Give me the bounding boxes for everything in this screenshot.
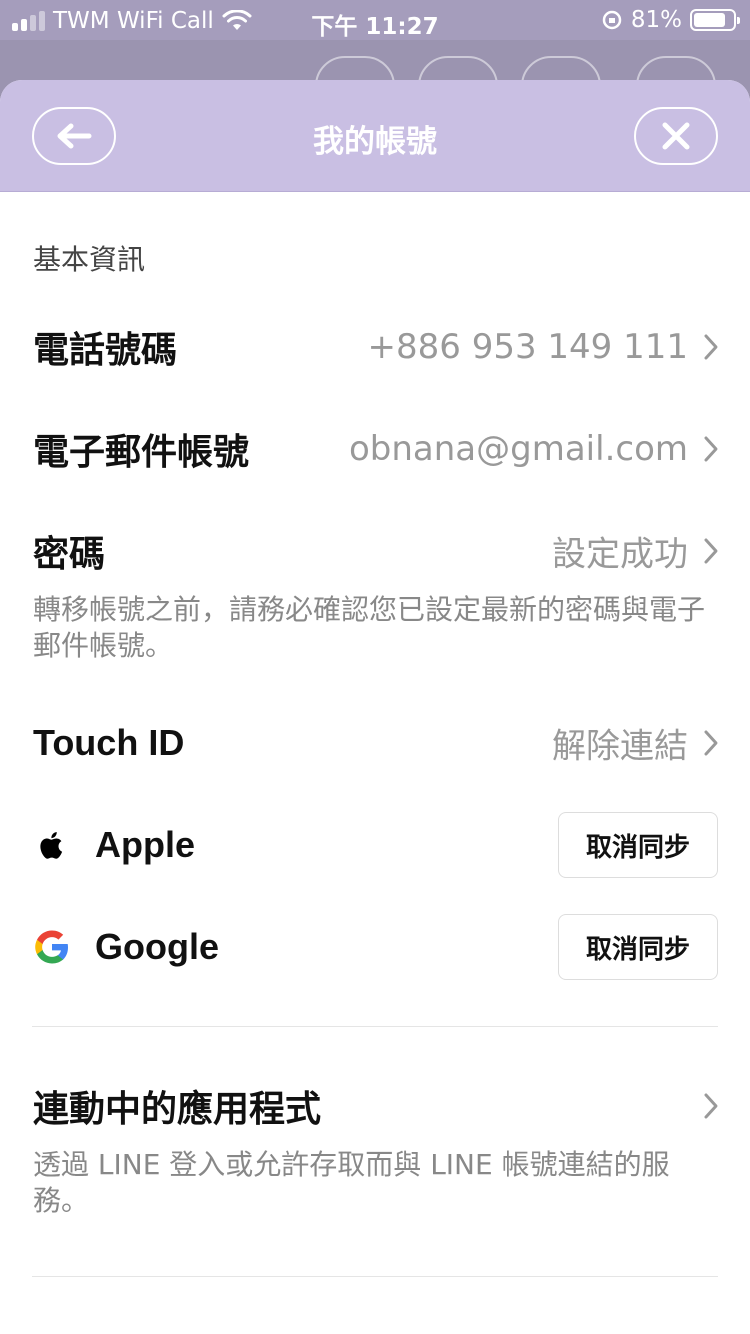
linked-apps-row[interactable]: 連動中的應用程式: [0, 1066, 750, 1146]
chevron-right-icon: [704, 1093, 718, 1119]
email-label: 電子郵件帳號: [33, 432, 250, 473]
google-label: Google: [95, 926, 219, 967]
battery-icon: [690, 9, 740, 31]
apple-unsync-button[interactable]: 取消同步: [558, 812, 718, 878]
close-icon: [662, 122, 690, 150]
linked-apps-note: 透過 LINE 登入或允許存取而與 LINE 帳號連結的服務。: [33, 1148, 670, 1217]
google-row: Google 取消同步: [0, 914, 750, 980]
apple-label: Apple: [95, 824, 196, 865]
touch-id-label: Touch ID: [33, 722, 185, 763]
section-label-basic-info: 基本資訊: [33, 243, 146, 276]
divider: [32, 1276, 718, 1277]
close-button[interactable]: [634, 107, 718, 165]
password-label: 密碼: [33, 534, 106, 575]
chevron-right-icon: [704, 538, 718, 564]
sheet-header: 我的帳號: [0, 80, 750, 192]
google-icon: [35, 930, 68, 964]
google-unsync-button[interactable]: 取消同步: [558, 914, 718, 980]
chevron-right-icon: [704, 436, 718, 462]
password-row[interactable]: 密碼 設定成功: [0, 511, 750, 591]
apple-icon: [40, 832, 63, 859]
phone-value: +886 953 149 111: [367, 327, 689, 367]
touch-id-value: 解除連結: [552, 726, 688, 767]
linked-apps-label: 連動中的應用程式: [33, 1089, 322, 1130]
rotation-lock-icon: [602, 10, 622, 30]
battery-percent: 81%: [630, 7, 682, 33]
apple-row: Apple 取消同步: [0, 812, 750, 878]
divider: [32, 1026, 718, 1027]
phone-label: 電話號碼: [33, 330, 178, 371]
email-row[interactable]: 電子郵件帳號 obnana@gmail.com: [0, 409, 750, 489]
touch-id-row[interactable]: Touch ID 解除連結: [0, 703, 750, 783]
account-sheet: 我的帳號 基本資訊 電話號碼 +886 953 149 111 電子郵件帳號 o…: [0, 80, 750, 1334]
email-value: obnana@gmail.com: [348, 429, 688, 469]
chevron-right-icon: [704, 730, 718, 756]
chevron-right-icon: [704, 334, 718, 360]
status-bar: TWM WiFi Call 下午 11:27 81%: [0, 0, 750, 40]
password-note: 轉移帳號之前，請務必確認您已設定最新的密碼與電子郵件帳號。: [33, 593, 706, 662]
status-right: 81%: [601, 7, 740, 33]
phone-row[interactable]: 電話號碼 +886 953 149 111: [0, 307, 750, 387]
password-value: 設定成功: [552, 534, 688, 575]
